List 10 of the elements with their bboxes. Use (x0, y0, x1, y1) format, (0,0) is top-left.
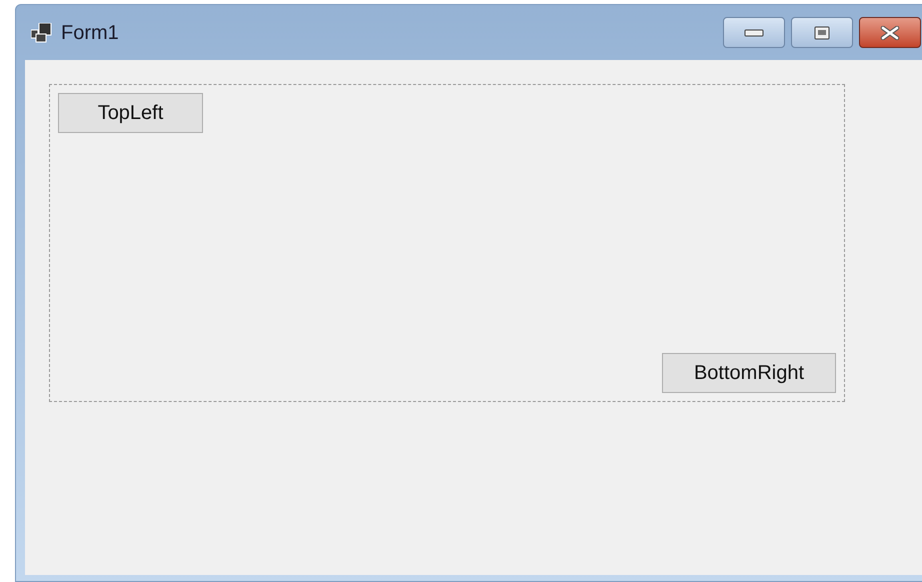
maximize-icon (814, 26, 830, 40)
close-button[interactable] (859, 17, 921, 48)
maximize-button[interactable] (791, 17, 853, 48)
bottom-right-button[interactable]: BottomRight (662, 353, 836, 393)
minimize-icon (744, 28, 764, 36)
window-app-icon (31, 22, 53, 42)
close-icon (880, 26, 900, 40)
minimize-button[interactable] (723, 17, 785, 48)
top-left-button[interactable]: TopLeft (58, 93, 203, 133)
window-title: Form1 (61, 20, 119, 46)
